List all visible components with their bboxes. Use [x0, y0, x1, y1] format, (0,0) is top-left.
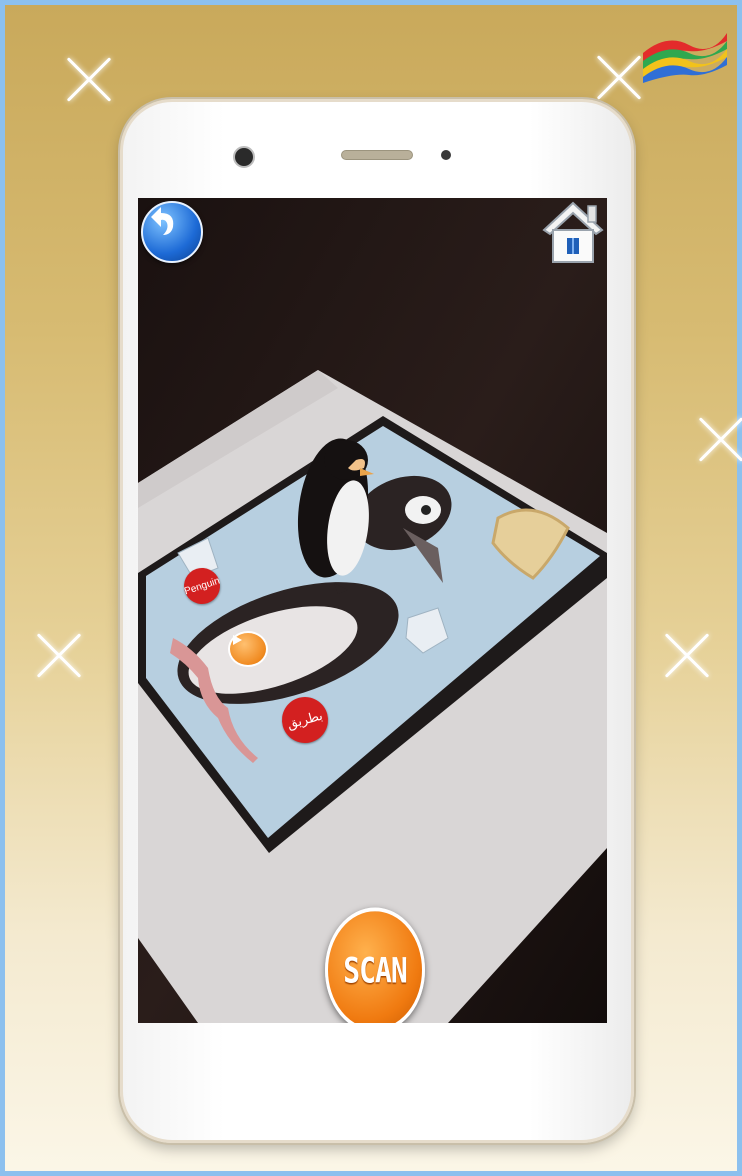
home-button[interactable]	[542, 200, 604, 264]
back-button[interactable]	[141, 201, 203, 263]
english-name-label: Penguin	[182, 575, 222, 597]
arabic-name-label: بطريق	[285, 707, 325, 732]
scan-button-label: SCAN	[343, 949, 407, 991]
front-camera	[233, 146, 255, 168]
sparkle-decoration	[59, 49, 119, 109]
sparkle-decoration	[691, 409, 742, 469]
proximity-sensor	[441, 150, 451, 160]
back-arrow-icon	[151, 207, 174, 235]
camera-feed-scene	[138, 198, 607, 1023]
ar-camera-view: Penguin بطريق SCAN	[138, 198, 607, 1023]
play-sound-button[interactable]	[228, 631, 268, 667]
sparkle-decoration	[29, 625, 89, 685]
play-icon	[233, 635, 242, 645]
rainbow-flag-logo	[643, 33, 727, 83]
home-icon	[542, 201, 604, 263]
scan-button[interactable]: SCAN	[325, 907, 425, 1023]
earpiece-speaker	[341, 150, 413, 160]
sparkle-decoration	[657, 625, 717, 685]
background-frame: Penguin بطريق SCAN	[0, 0, 742, 1176]
